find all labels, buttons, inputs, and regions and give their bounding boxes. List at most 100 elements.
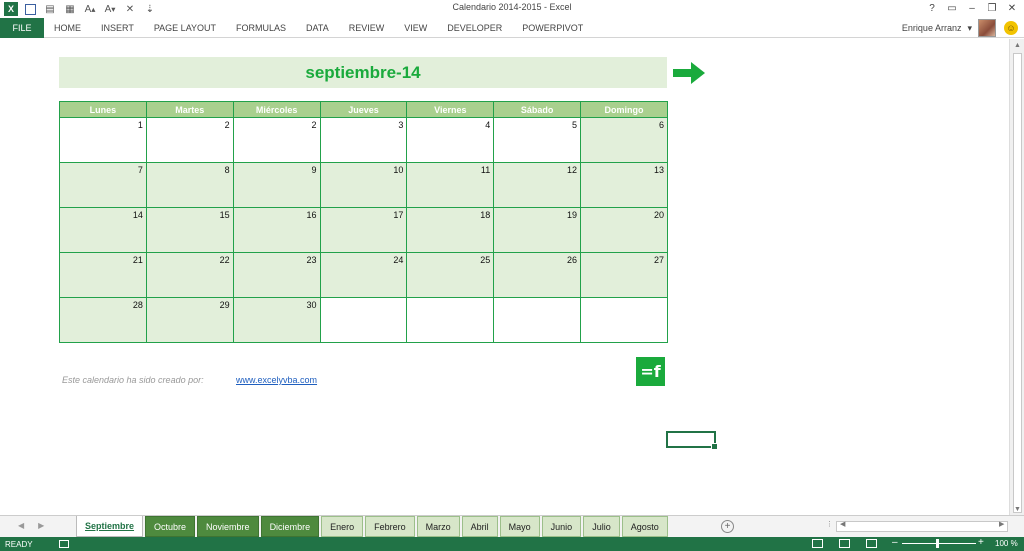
day-cell[interactable]: 15 [145,207,234,253]
scroll-thumb[interactable] [1013,53,1022,513]
tab-data[interactable]: DATA [296,18,339,38]
sheet-tab-octubre[interactable]: Octubre [145,516,196,537]
day-cell[interactable] [493,297,582,343]
form-icon[interactable]: ▦ [62,2,78,16]
scroll-up-icon[interactable]: ▲ [1010,39,1024,51]
day-cell[interactable]: 8 [145,162,234,208]
sheet-tab-noviembre[interactable]: Noviembre [197,516,259,537]
day-cell[interactable]: 10 [319,162,408,208]
weekday-header: Martes [145,101,234,118]
day-cell[interactable]: 16 [232,207,321,253]
tab-powerpivot[interactable]: POWERPIVOT [512,18,593,38]
horizontal-scrollbar[interactable] [836,521,1008,532]
tab-insert[interactable]: INSERT [91,18,144,38]
day-cell[interactable]: 12 [493,162,582,208]
add-sheet-icon[interactable]: + [721,520,734,533]
day-cell[interactable]: 13 [580,162,668,208]
tab-page-layout[interactable]: PAGE LAYOUT [144,18,226,38]
vertical-scrollbar[interactable]: ▲ ▼ [1009,39,1024,515]
sheet-tab-abril[interactable]: Abril [461,516,498,537]
zoom-slider[interactable] [902,543,976,544]
scroll-left-icon[interactable]: ◀ [840,520,845,528]
ribbon-display-button[interactable]: ▭ [942,0,962,16]
day-cell[interactable]: 17 [319,207,408,253]
zoom-in-button[interactable]: + [978,537,984,548]
quick-access-toolbar: X ▤ ▦ A ▴ A ▾ ✕ ⇣ [0,2,158,16]
month-title: septiembre-14 [305,62,421,82]
day-cell[interactable]: 25 [406,252,495,298]
day-cell[interactable]: 22 [145,252,234,298]
tab-developer[interactable]: DEVELOPER [437,18,512,38]
scroll-right-icon[interactable]: ▶ [999,520,1004,528]
restore-button[interactable]: ❐ [982,0,1002,16]
print-preview-icon[interactable]: ▤ [42,2,58,16]
day-cell[interactable]: 3 [319,117,408,163]
week-row: 21 22 23 24 25 26 27 [59,252,668,298]
day-cell[interactable]: 4 [406,117,495,163]
selected-cell[interactable] [666,431,718,450]
day-cell[interactable]: 30 [232,297,321,343]
page-layout-view-icon[interactable] [839,539,850,548]
sheet-tab-julio[interactable]: Julio [583,516,620,537]
day-cell[interactable]: 6 [580,117,668,163]
day-cell[interactable]: 2 [232,117,321,163]
excel-icon[interactable]: X [4,2,18,16]
day-cell[interactable]: 28 [59,297,147,343]
day-cell[interactable] [406,297,495,343]
day-cell[interactable]: 19 [493,207,582,253]
next-month-arrow-icon[interactable] [673,62,705,84]
tab-file[interactable]: FILE [0,17,44,38]
zoom-level[interactable]: 100 % [995,539,1018,548]
day-cell[interactable]: 5 [493,117,582,163]
excelyvba-logo[interactable]: =f [636,357,665,386]
clear-icon[interactable]: ✕ [122,2,138,16]
tab-home[interactable]: HOME [44,18,91,38]
sheet-tab-agosto[interactable]: Agosto [621,516,668,537]
sheet-tab-marzo[interactable]: Marzo [416,516,460,537]
day-cell[interactable]: 18 [406,207,495,253]
customize-icon[interactable]: ⇣ [142,2,158,16]
tab-review[interactable]: REVIEW [339,18,395,38]
day-cell[interactable]: 1 [59,117,147,163]
save-icon[interactable] [22,2,38,16]
font-up-icon[interactable]: A ▴ [82,2,98,16]
font-down-icon[interactable]: A ▾ [102,2,118,16]
sheet-tab-febrero[interactable]: Febrero [365,516,415,537]
page-break-view-icon[interactable] [866,539,877,548]
weekday-header: Miércoles [232,101,321,118]
day-cell[interactable]: 7 [59,162,147,208]
day-cell[interactable]: 9 [232,162,321,208]
sheet-tab-junio[interactable]: Junio [541,516,582,537]
normal-view-icon[interactable] [812,539,823,548]
day-cell[interactable] [580,297,668,343]
day-cell[interactable]: 29 [145,297,234,343]
zoom-slider-thumb[interactable] [936,539,939,548]
macro-record-icon[interactable] [58,540,69,548]
day-cell[interactable] [319,297,408,343]
day-cell[interactable]: 2 [145,117,234,163]
sheet-tab-diciembre[interactable]: Diciembre [260,516,320,537]
day-cell[interactable]: 27 [580,252,668,298]
day-cell[interactable]: 14 [59,207,147,253]
month-banner: septiembre-14 [59,57,667,88]
minimize-button[interactable]: – [962,0,982,16]
day-cell[interactable]: 24 [319,252,408,298]
day-cell[interactable]: 11 [406,162,495,208]
user-account[interactable]: Enrique Arranz ▾ [902,18,996,38]
close-button[interactable]: ✕ [1002,0,1022,16]
sheet-tab-mayo[interactable]: Mayo [499,516,540,537]
zoom-out-button[interactable]: – [892,537,898,548]
day-cell[interactable]: 26 [493,252,582,298]
tab-formulas[interactable]: FORMULAS [226,18,296,38]
sheet-nav-arrows-icon[interactable]: ◀▶ [18,521,58,530]
day-cell[interactable]: 21 [59,252,147,298]
sheet-tab-septiembre[interactable]: Septiembre [76,516,144,537]
sheet-tab-enero[interactable]: Enero [321,516,364,537]
credit-link[interactable]: www.excelyvba.com [236,375,317,385]
day-cell[interactable]: 20 [580,207,668,253]
feedback-smile-icon[interactable]: ☺ [1004,21,1018,35]
scroll-down-icon[interactable]: ▼ [1010,503,1024,515]
help-button[interactable]: ? [922,0,942,16]
day-cell[interactable]: 23 [232,252,321,298]
tab-view[interactable]: VIEW [394,18,437,38]
